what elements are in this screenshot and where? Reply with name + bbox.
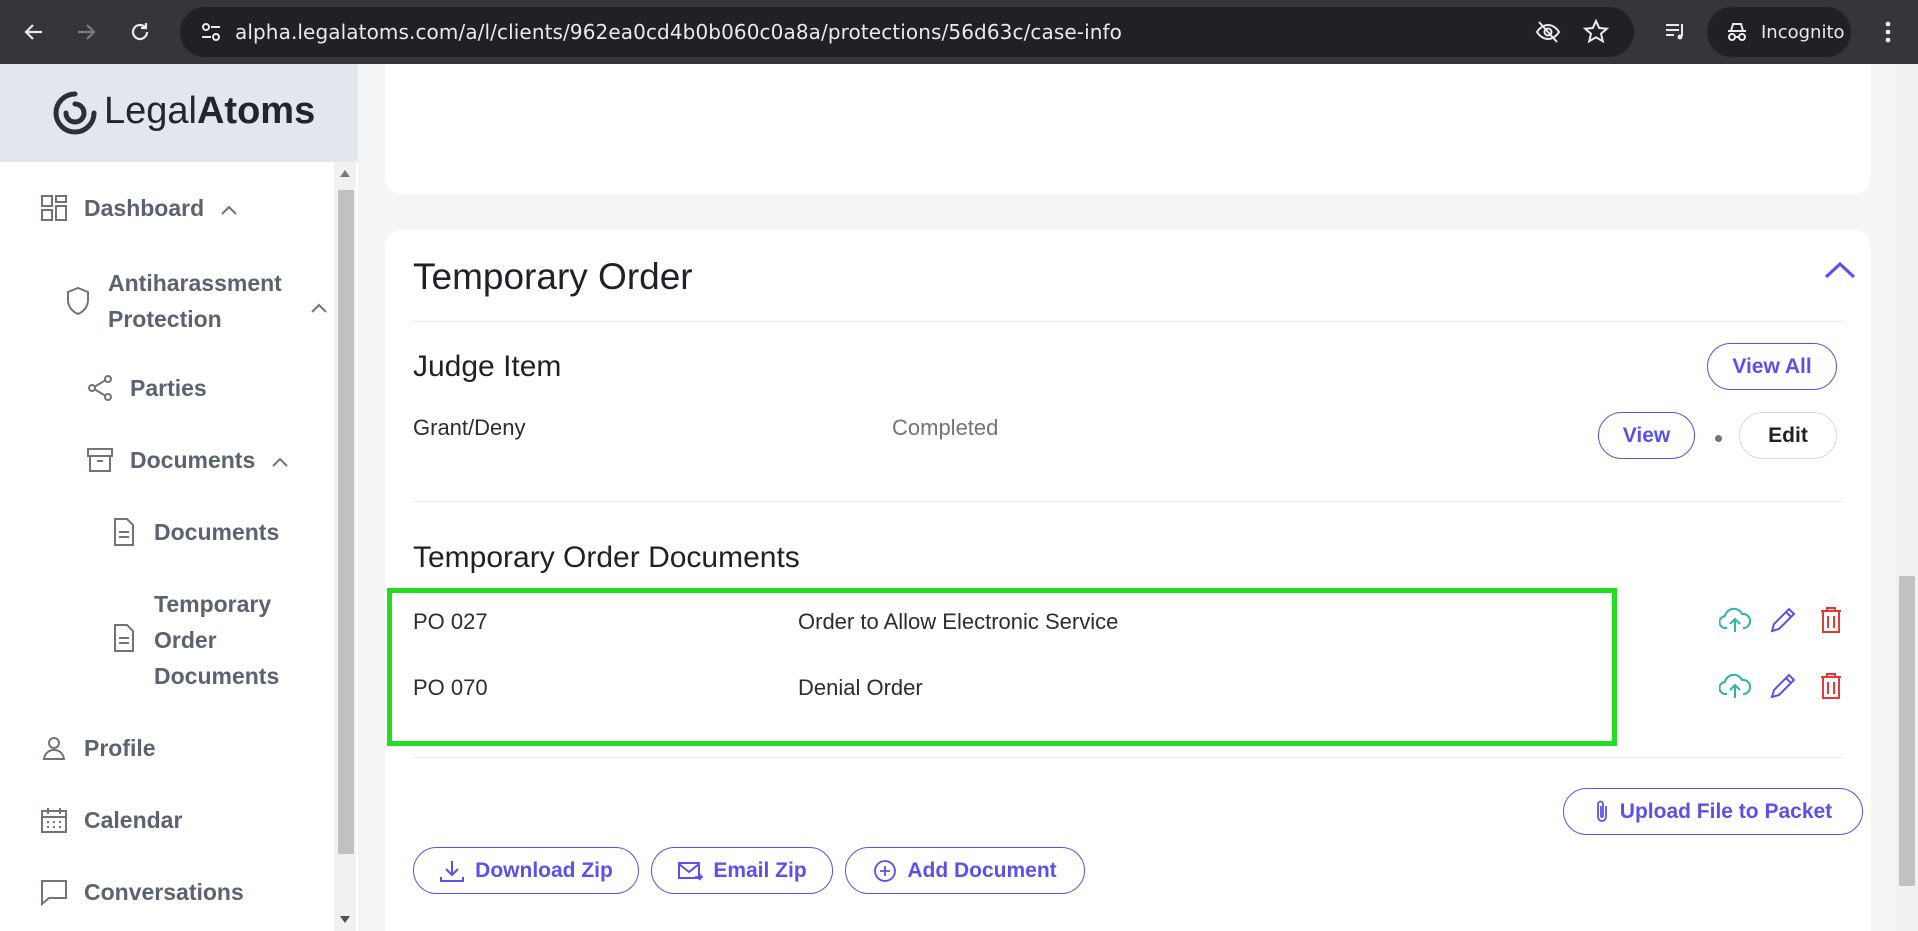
divider: [413, 757, 1843, 758]
download-zip-button[interactable]: Download Zip: [413, 847, 639, 894]
sidebar-item-dashboard[interactable]: Dashboard: [38, 192, 238, 224]
pencil-edit-icon[interactable]: [1766, 669, 1800, 703]
chevron-up-icon[interactable]: [220, 195, 238, 222]
divider: [413, 321, 1843, 322]
legalatoms-logo-icon[interactable]: [52, 90, 98, 140]
sidebar-item-documents[interactable]: Documents: [108, 516, 279, 548]
judge-item-title: Judge Item: [413, 350, 562, 383]
sidebar-scrollbar[interactable]: [334, 162, 356, 931]
site-settings-icon[interactable]: [198, 19, 224, 45]
scroll-down-arrow-icon[interactable]: [340, 916, 350, 923]
view-all-button[interactable]: View All: [1707, 343, 1837, 390]
judge-item-name: Grant/Deny: [413, 415, 526, 440]
file-text-icon: [108, 622, 140, 654]
logo-text-light: Legal: [104, 90, 197, 132]
main-scrollbar[interactable]: [1896, 64, 1918, 931]
media-control-icon[interactable]: [1656, 12, 1696, 52]
sidebar-label-documents: Documents: [154, 518, 280, 545]
sidebar-item-antiharassment-protection[interactable]: Antiharassment Protection: [62, 265, 328, 337]
tod-label-line1: Temporary: [154, 591, 272, 617]
main-content: Temporary Order Judge Item View All Gran…: [358, 64, 1918, 931]
edit-button[interactable]: Edit: [1739, 412, 1837, 459]
plus-circle-icon: [874, 859, 897, 882]
user-icon: [38, 732, 70, 764]
tod-label-line2: Order: [154, 627, 217, 653]
scroll-up-arrow-icon[interactable]: [340, 170, 350, 177]
sidebar-label-documents-group: Documents: [130, 446, 256, 473]
upload-button-label: Upload File to Packet: [1619, 799, 1833, 823]
download-zip-label: Download Zip: [475, 858, 613, 882]
shield-icon: [62, 285, 94, 317]
sidebar-label-temporary-order-documents: Temporary Order Documents: [154, 586, 279, 694]
logo-area: LegalAtoms: [0, 64, 358, 162]
sidebar-item-conversations[interactable]: Conversations: [38, 876, 244, 908]
logo-text[interactable]: LegalAtoms: [104, 90, 315, 133]
sidebar-item-profile[interactable]: Profile: [38, 732, 156, 764]
separator-dot: [1715, 435, 1722, 442]
sidebar-item-temporary-order-documents[interactable]: Temporary Order Documents: [108, 586, 279, 694]
share-nodes-icon: [84, 372, 116, 404]
divider: [413, 501, 1843, 502]
address-bar[interactable]: alpha.legalatoms.com/a/l/clients/962ea0c…: [180, 7, 1634, 57]
archive-box-icon: [84, 444, 116, 476]
cloud-upload-icon[interactable]: [1718, 603, 1752, 637]
tod-label-line3: Documents: [154, 663, 280, 689]
reload-icon[interactable]: [120, 12, 160, 52]
sidebar: LegalAtoms Dashboard Antiharassment Prot…: [0, 64, 358, 931]
add-document-label: Add Document: [907, 858, 1057, 882]
sidebar-item-calendar[interactable]: Calendar: [38, 804, 182, 836]
eye-off-icon[interactable]: [1535, 19, 1561, 45]
collapse-chevron-up-icon[interactable]: [1823, 260, 1857, 284]
forward-icon[interactable]: [66, 12, 106, 52]
email-zip-label: Email Zip: [713, 858, 807, 882]
chevron-up-icon[interactable]: [310, 293, 328, 320]
protection-label-line2: Protection: [108, 306, 222, 332]
browser-toolbar: alpha.legalatoms.com/a/l/clients/962ea0c…: [0, 0, 1918, 64]
main-scroll-thumb[interactable]: [1899, 576, 1915, 886]
trash-delete-icon[interactable]: [1814, 603, 1848, 637]
sidebar-label-antiharassment-protection: Antiharassment Protection: [108, 265, 282, 337]
temporary-order-card: Temporary Order Judge Item View All Gran…: [385, 230, 1871, 931]
trash-delete-icon[interactable]: [1814, 669, 1848, 703]
view-button[interactable]: View: [1598, 412, 1695, 459]
incognito-icon: [1728, 23, 1746, 41]
url-text[interactable]: alpha.legalatoms.com/a/l/clients/962ea0c…: [235, 7, 1122, 57]
upload-file-to-packet-button[interactable]: Upload File to Packet: [1563, 788, 1863, 835]
sidebar-item-parties[interactable]: Parties: [84, 372, 207, 404]
sidebar-label-conversations: Conversations: [84, 878, 244, 905]
sidebar-label-calendar: Calendar: [84, 806, 183, 833]
cloud-upload-icon[interactable]: [1718, 669, 1752, 703]
previous-section-card: [385, 64, 1871, 194]
calendar-icon: [38, 804, 70, 836]
add-document-button[interactable]: Add Document: [845, 847, 1085, 894]
documents-highlight-box: [387, 588, 1617, 746]
email-zip-button[interactable]: Email Zip: [651, 847, 833, 894]
back-icon[interactable]: [14, 12, 54, 52]
incognito-label: Incognito: [1761, 21, 1845, 43]
sidebar-label-dashboard: Dashboard: [84, 194, 205, 221]
section-title: Temporary Order: [413, 256, 693, 297]
pencil-edit-icon[interactable]: [1766, 603, 1800, 637]
judge-item-status: Completed: [892, 415, 999, 440]
mail-send-icon: [678, 861, 704, 881]
bookmark-star-icon[interactable]: [1582, 18, 1610, 45]
chat-bubble-icon: [38, 876, 70, 908]
incognito-indicator[interactable]: Incognito: [1707, 7, 1851, 57]
protection-label-line1: Antiharassment: [108, 270, 282, 296]
menu-kebab-icon[interactable]: [1868, 12, 1908, 52]
temporary-order-documents-title: Temporary Order Documents: [413, 541, 800, 574]
dashboard-grid-icon: [38, 192, 70, 224]
download-icon: [440, 860, 465, 882]
sidebar-scroll-thumb[interactable]: [338, 190, 354, 854]
paperclip-icon: [1596, 800, 1607, 822]
sidebar-label-parties: Parties: [130, 374, 207, 401]
logo-text-bold: Atoms: [196, 90, 316, 132]
file-text-icon: [108, 516, 140, 548]
chevron-up-icon[interactable]: [271, 447, 289, 474]
sidebar-item-documents-group[interactable]: Documents: [84, 444, 289, 476]
sidebar-label-profile: Profile: [84, 734, 156, 761]
